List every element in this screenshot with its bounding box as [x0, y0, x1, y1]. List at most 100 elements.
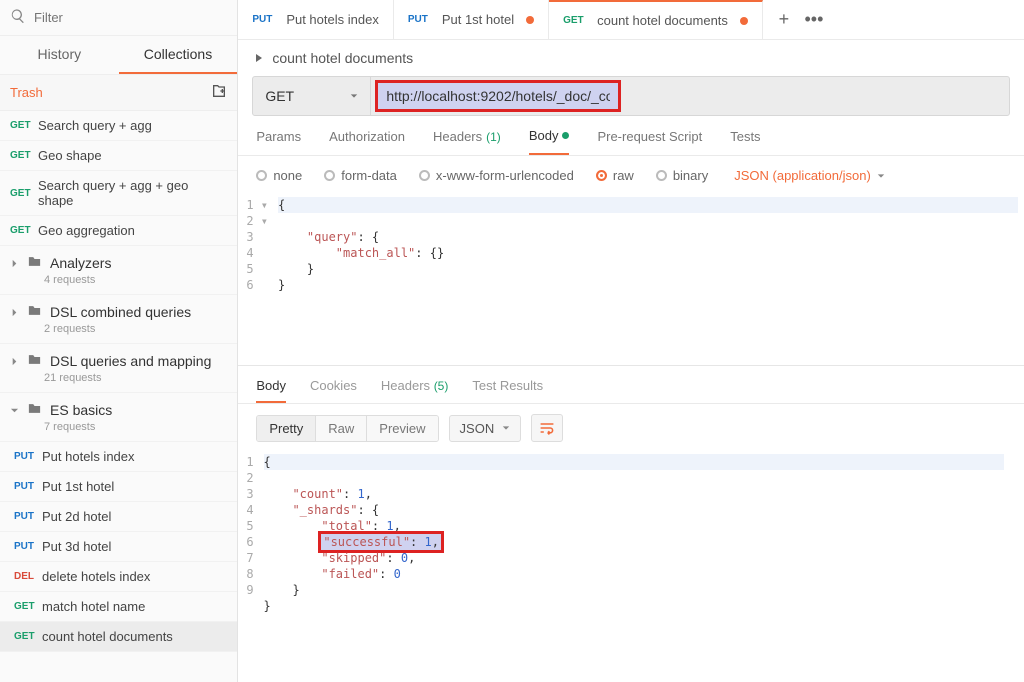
tab-history[interactable]: History	[0, 36, 119, 74]
method-url-row: GET	[252, 76, 1010, 116]
folder-icon	[27, 352, 42, 370]
request-tab[interactable]: PUTPut 1st hotel	[394, 0, 549, 39]
folder-count: 2 requests	[44, 323, 227, 335]
sidebar-request[interactable]: PUTPut 1st hotel	[0, 472, 237, 502]
folder-count: 21 requests	[44, 372, 227, 384]
response-body-viewer[interactable]: 1 2 3 4 5 6 7 8 9 { "count": 1, "_shards…	[238, 452, 1024, 616]
view-mode-segment: Pretty Raw Preview	[256, 415, 438, 442]
sidebar-request[interactable]: PUTPut hotels index	[0, 442, 237, 472]
folder-name: Analyzers	[50, 255, 111, 271]
radio-form-data[interactable]: form-data	[324, 168, 397, 183]
tab-options-button[interactable]: •••	[801, 7, 827, 33]
request-name: count hotel documents	[42, 629, 173, 644]
resp-tab-cookies[interactable]: Cookies	[310, 378, 357, 403]
wrap-lines-button[interactable]	[531, 414, 563, 442]
new-folder-icon[interactable]	[211, 83, 227, 102]
response-format-select[interactable]: JSON	[449, 415, 522, 442]
resp-tab-test-results[interactable]: Test Results	[472, 378, 543, 403]
resp-tab-headers[interactable]: Headers (5)	[381, 378, 448, 403]
tab-params[interactable]: Params	[256, 128, 301, 155]
method-label: PUT	[14, 481, 42, 492]
sidebar-request[interactable]: GETmatch hotel name	[0, 592, 237, 622]
sidebar-request[interactable]: GETGeo aggregation	[0, 216, 237, 246]
request-name: match hotel name	[42, 599, 145, 614]
radio-none[interactable]: none	[256, 168, 302, 183]
view-raw[interactable]: Raw	[316, 416, 367, 441]
caret-icon	[10, 256, 19, 271]
folder-name: DSL queries and mapping	[50, 353, 211, 369]
request-name: Put 2d hotel	[42, 509, 111, 524]
caret-icon	[10, 305, 19, 320]
sidebar-request[interactable]: DELdelete hotels index	[0, 562, 237, 592]
tab-authorization[interactable]: Authorization	[329, 128, 405, 155]
sidebar-folder[interactable]: ES basics 7 requests	[0, 393, 237, 442]
dirty-dot-icon	[526, 16, 534, 24]
sidebar-request[interactable]: PUTPut 3d hotel	[0, 532, 237, 562]
request-name: Search query + agg + geo shape	[38, 178, 227, 208]
body-types-row: none form-data x-www-form-urlencoded raw…	[238, 156, 1024, 195]
sidebar-request[interactable]: GETSearch query + agg + geo shape	[0, 171, 237, 216]
url-highlight	[375, 80, 621, 112]
request-name: Search query + agg	[38, 118, 152, 133]
trash-label: Trash	[10, 85, 43, 100]
sidebar-request[interactable]: GETSearch query + agg	[0, 111, 237, 141]
method-label: GET	[10, 188, 38, 199]
resp-headers-count: (5)	[434, 379, 449, 393]
method-label: GET	[265, 88, 294, 104]
sidebar-folder[interactable]: Analyzers4 requests	[0, 246, 237, 295]
method-label: PUT	[14, 541, 42, 552]
sidebar-request[interactable]: PUTPut 2d hotel	[0, 502, 237, 532]
radio-binary[interactable]: binary	[656, 168, 708, 183]
method-select[interactable]: GET	[253, 77, 371, 115]
tab-headers[interactable]: Headers (1)	[433, 128, 501, 155]
tab-tests[interactable]: Tests	[730, 128, 760, 155]
method-label: GET	[10, 150, 38, 161]
request-name: Put hotels index	[42, 449, 135, 464]
headers-count: (1)	[486, 130, 501, 144]
request-tab[interactable]: PUTPut hotels index	[238, 0, 394, 39]
request-body-editor[interactable]: 1 ▾ 2 ▾ 3 4 5 6 { "query": { "match_all"…	[238, 195, 1024, 311]
body-dirty-dot	[562, 132, 569, 139]
dirty-dot-icon	[740, 17, 748, 25]
request-name: delete hotels index	[42, 569, 150, 584]
request-name: Put 3d hotel	[42, 539, 111, 554]
method-label: DEL	[14, 571, 42, 582]
tab-label: Put 1st hotel	[442, 12, 514, 27]
request-sub-tabs: Params Authorization Headers (1) Body Pr…	[238, 116, 1024, 156]
folder-count: 7 requests	[44, 421, 227, 433]
sidebar-folder[interactable]: DSL combined queries 2 requests	[0, 295, 237, 344]
request-name: Geo aggregation	[38, 223, 135, 238]
sidebar-folder[interactable]: DSL queries and mapping 21 requests	[0, 344, 237, 393]
caret-icon	[10, 354, 19, 369]
folder-name: DSL combined queries	[50, 304, 191, 320]
request-name: Geo shape	[38, 148, 102, 163]
view-preview[interactable]: Preview	[367, 416, 437, 441]
tab-body[interactable]: Body	[529, 128, 570, 155]
filter-input[interactable]	[26, 6, 227, 29]
filter-row	[0, 0, 237, 36]
url-input[interactable]	[378, 83, 618, 109]
tab-prerequest[interactable]: Pre-request Script	[597, 128, 702, 155]
new-tab-button[interactable]: +	[771, 7, 797, 33]
request-tab[interactable]: GET count hotel documents	[549, 0, 763, 39]
radio-raw[interactable]: raw	[596, 168, 634, 183]
method-label: GET	[10, 225, 38, 236]
resp-tab-body[interactable]: Body	[256, 378, 286, 403]
sidebar-tabs: History Collections	[0, 36, 237, 75]
response-pane: Body Cookies Headers (5) Test Results Pr…	[238, 365, 1024, 616]
method-label: PUT	[14, 511, 42, 522]
sidebar-request[interactable]: GETGeo shape	[0, 141, 237, 171]
tab-collections[interactable]: Collections	[119, 36, 238, 74]
method-label: GET	[563, 15, 591, 26]
trash-row[interactable]: Trash	[0, 75, 237, 111]
folder-icon	[27, 303, 42, 321]
sidebar-request[interactable]: GETcount hotel documents	[0, 622, 237, 652]
tab-label: count hotel documents	[597, 13, 728, 28]
response-tabs: Body Cookies Headers (5) Test Results	[238, 370, 1024, 404]
folder-name: ES basics	[50, 402, 112, 418]
content-type-select[interactable]: JSON (application/json)	[734, 168, 885, 183]
view-pretty[interactable]: Pretty	[257, 416, 316, 441]
breadcrumb[interactable]: count hotel documents	[238, 40, 1024, 76]
radio-xwww[interactable]: x-www-form-urlencoded	[419, 168, 574, 183]
method-label: GET	[10, 120, 38, 131]
